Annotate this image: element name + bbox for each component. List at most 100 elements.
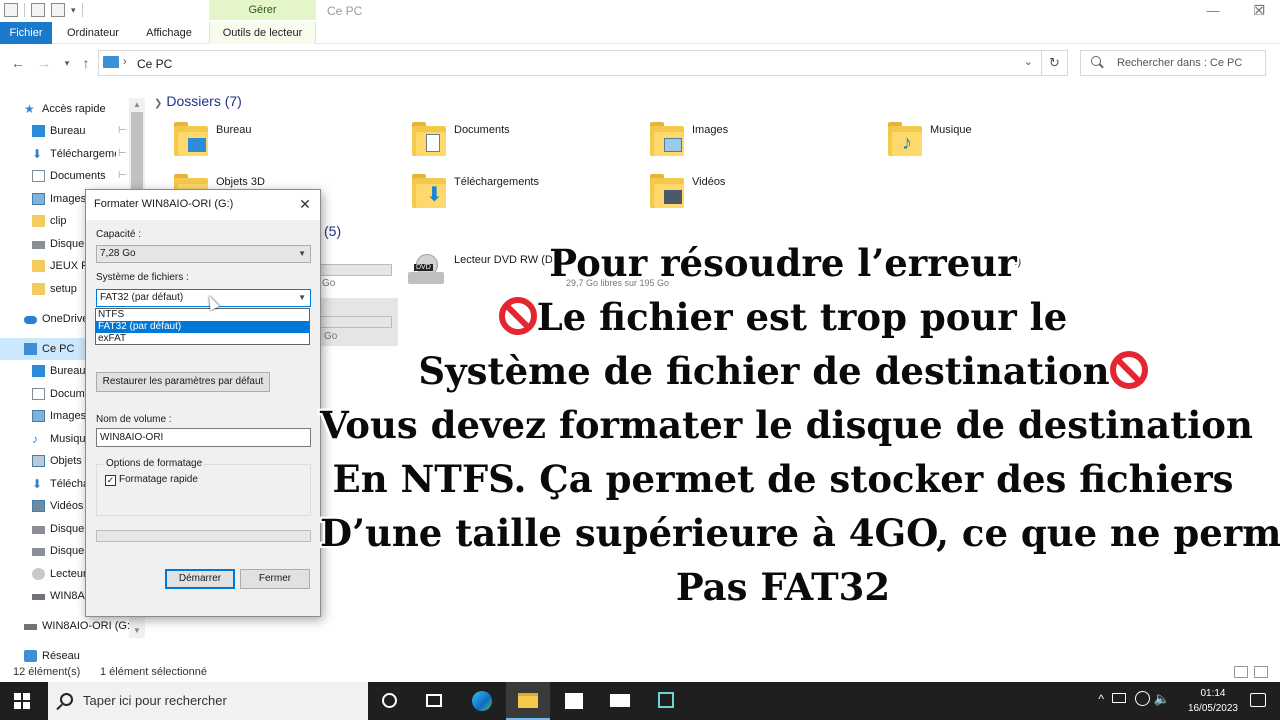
refresh-icon[interactable]: ↻ [1041,51,1067,75]
dialog-body: Capacité : 7,28 Go ▼ Système de fichiers… [86,220,320,616]
ribbon-tabs: Fichier Ordinateur Affichage Outils de l… [0,22,1280,44]
toolbar-separator [81,3,83,17]
filesystem-option-fat32[interactable]: FAT32 (par défaut) [96,321,309,333]
sidebar-item-label: Images [50,410,87,422]
dvd-icon [32,568,45,580]
properties-icon[interactable] [4,3,18,17]
music-icon: ♪ [32,432,38,446]
up-arrow-icon[interactable]: ↑ [77,54,95,72]
pin-icon[interactable]: ⊢ [118,165,127,187]
back-arrow-icon[interactable]: ← [9,54,27,72]
tab-drive-tools[interactable]: Outils de lecteur [209,22,316,44]
filesystem-option-exfat[interactable]: exFAT [96,333,309,345]
checkmark-icon[interactable] [31,3,45,17]
pin-icon[interactable]: ⊢ [118,143,127,165]
navigation-bar: ← → ▾ ↑ › Ce PC ⌄ ↻ Rechercher dans : Ce… [0,44,1280,82]
folder-icon [174,120,208,158]
sidebar-item-downloads[interactable]: ⬇ Téléchargements ⊢ [0,143,130,165]
breadcrumb[interactable]: Ce PC [137,57,172,71]
tab-computer[interactable]: Ordinateur [58,22,128,44]
sidebar-item-label: Disque [50,238,85,250]
document-icon [32,170,45,182]
objects-3d-icon [32,455,45,467]
details-view-icon[interactable] [1234,666,1248,678]
image-icon [664,138,682,152]
taskbar-search-box[interactable]: Taper ici pour rechercher [48,682,368,720]
breadcrumb-chevron-icon[interactable]: › [123,56,127,68]
volume-icon[interactable]: 🔈 [1154,691,1170,707]
pin-icon[interactable]: ⊢ [118,120,127,142]
filesystem-option-ntfs[interactable]: NTFS [96,309,309,321]
quick-format-label[interactable]: Formatage rapide [119,474,198,485]
sidebar-item-desktop[interactable]: Bureau ⊢ [0,120,130,142]
start-button[interactable]: Démarrer [165,569,235,589]
sidebar-item-label: WIN8A [50,590,85,602]
file-explorer-icon[interactable] [506,682,550,720]
address-bar[interactable]: › Ce PC ⌄ ↻ [98,50,1068,76]
tab-file[interactable]: Fichier [0,22,52,44]
filesystem-dropdown-list: NTFS FAT32 (par défaut) exFAT [95,308,310,345]
format-options-group: Options de formatage ✓ Formatage rapide [96,458,311,516]
globe-icon[interactable] [1135,691,1150,706]
tool-app-icon[interactable] [644,682,688,720]
sidebar-item-label: Bureau [50,365,86,377]
start-button-windows-icon[interactable] [14,693,30,709]
folders-group-header[interactable]: ❯ Dossiers (7) [154,93,242,111]
caption-line-with-icon: Le fichier est trop pour le [320,290,1246,344]
image-icon [32,410,45,422]
sidebar-item-label: Téléchargements [50,478,90,490]
search-placeholder: Rechercher dans : Ce PC [1117,57,1243,69]
folder-icon [650,120,684,158]
mail-icon[interactable] [598,682,642,720]
quick-format-checkbox[interactable]: ✓ [105,475,116,486]
large-icons-view-icon[interactable] [1254,666,1268,678]
tab-view[interactable]: Affichage [136,22,202,44]
address-history-chevron-icon[interactable]: ⌄ [1024,55,1033,68]
close-window-button[interactable]: ✕ [1236,0,1280,22]
format-options-title: Options de formatage [104,458,205,469]
taskbar-clock[interactable]: 01:14 16/05/2023 [1188,686,1238,716]
sidebar-item-quick-access[interactable]: ★ Accès rapide [0,98,130,120]
window-title: Ce PC [327,4,363,18]
contextual-tab-manage[interactable]: Gérer [209,0,316,20]
caption-line-with-icon: Système de fichier de destination [320,344,1246,398]
folder-icon [650,172,684,210]
timeline-icon[interactable] [412,682,456,720]
notification-icon[interactable] [1250,693,1266,707]
edge-browser-icon[interactable] [460,682,504,720]
chevron-up-icon[interactable]: ^ [1098,692,1104,706]
filesystem-select[interactable]: FAT32 (par défaut) ▼ [96,289,311,307]
sidebar-item-label: Images [50,193,87,205]
sidebar-item-label: Lecteur [50,568,87,580]
date: 16/05/2023 [1187,703,1238,714]
chevron-down-icon: ❯ [154,98,163,109]
desktop-icon [32,365,45,377]
new-folder-icon[interactable] [51,3,65,17]
store-icon[interactable] [552,682,596,720]
image-icon [32,193,45,205]
battery-icon[interactable] [1112,693,1126,703]
restore-defaults-button[interactable]: Restaurer les paramètres par défaut [96,372,270,392]
recent-locations-chevron-icon[interactable]: ▾ [58,54,76,72]
close-icon[interactable]: ✕ [290,192,320,216]
scroll-down-icon[interactable]: ▼ [129,624,145,638]
sidebar-item-label: Bureau [50,125,86,137]
folder-label: Bureau [216,124,252,136]
search-input[interactable]: Rechercher dans : Ce PC [1080,50,1266,76]
sidebar-item-documents[interactable]: Documents ⊢ [0,165,130,187]
task-view-icon[interactable] [368,682,412,720]
sidebar-item-usb-drive[interactable]: WIN8AIO-ORI (G:) [0,615,140,637]
scroll-up-icon[interactable]: ▲ [129,98,145,112]
chevron-down-icon[interactable]: ▾ [71,5,76,16]
sidebar-item-label: Disque [50,523,85,535]
forward-arrow-icon[interactable]: → [35,54,53,72]
close-button[interactable]: Fermer [240,569,310,589]
folder-icon [32,215,45,227]
volume-name-input[interactable]: WIN8AIO-ORI [96,428,311,447]
capacity-label: Capacité : [96,229,142,240]
capacity-select[interactable]: 7,28 Go ▼ [96,245,311,263]
sidebar-item-label: Documents [50,170,106,182]
pc-icon [103,56,119,68]
caption-line-text: Le fichier est trop pour le [536,295,1068,339]
